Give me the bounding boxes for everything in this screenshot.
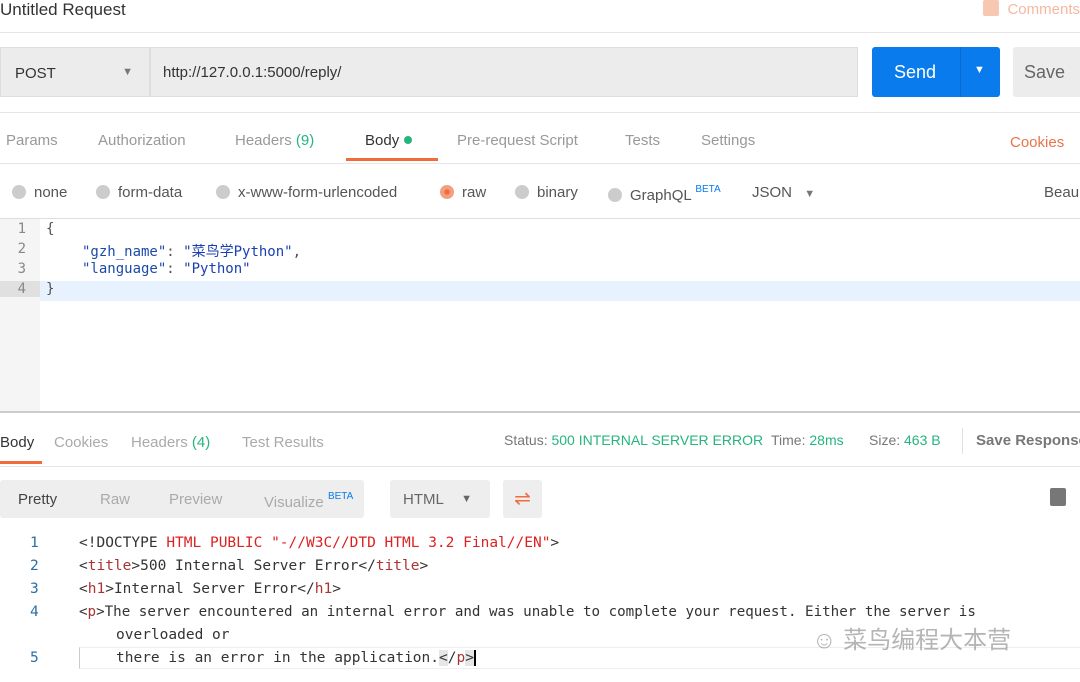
send-label: Send <box>894 62 937 82</box>
radio-label: binary <box>537 184 578 201</box>
radio-none[interactable]: none <box>12 184 67 201</box>
tab-settings[interactable]: Settings <box>701 132 755 149</box>
tab-label: Visualize <box>264 494 324 511</box>
radio-label: none <box>34 184 68 201</box>
request-body-editor[interactable]: 1 2 3 4 { "gzh_name": "菜鸟学Python", "lang… <box>0 218 1080 411</box>
tab-pre-request-script[interactable]: Pre-request Script <box>457 132 578 149</box>
tab-params[interactable]: Params <box>6 132 58 149</box>
line-number: 2 <box>30 558 39 574</box>
beta-badge: BETA <box>327 491 354 502</box>
wrap-lines-icon[interactable]: ⇌ <box>503 480 542 518</box>
save-response-button[interactable]: Save Response <box>976 432 1080 449</box>
line-number: 1 <box>17 221 26 237</box>
chevron-down-icon: ▼ <box>122 66 133 78</box>
tab-headers[interactable]: Headers (9) <box>235 132 314 149</box>
headers-count: (9) <box>295 132 315 149</box>
code-line: "gzh_name": "菜鸟学Python", <box>82 244 302 260</box>
tab-body[interactable]: Body <box>365 132 413 149</box>
method-select[interactable]: POST ▼ <box>0 47 150 97</box>
comments-label: Comments <box>1007 1 1080 18</box>
tab-label: Headers <box>131 434 188 451</box>
headers-count: (4) <box>191 434 211 451</box>
line-number: 3 <box>30 581 39 597</box>
tab-authorization[interactable]: Authorization <box>98 132 186 149</box>
radio-label: x-www-form-urlencoded <box>238 184 398 201</box>
response-time: Time: 28ms <box>771 432 844 448</box>
response-status: Status: 500 INTERNAL SERVER ERROR <box>504 432 764 448</box>
response-tab-body[interactable]: Body <box>0 434 34 451</box>
response-code-line: <h1>Internal Server Error</h1> <box>79 581 341 597</box>
response-tab-headers[interactable]: Headers (4) <box>131 434 210 451</box>
response-tab-cookies[interactable]: Cookies <box>54 434 108 451</box>
cookies-link[interactable]: Cookies <box>1010 134 1064 151</box>
code-line: } <box>46 281 55 297</box>
code-line: { <box>46 221 55 237</box>
url-input[interactable]: http://127.0.0.1:5000/reply/ <box>150 47 858 97</box>
view-visualize[interactable]: Visualize BETA <box>264 491 353 511</box>
radio-binary[interactable]: binary <box>515 184 578 201</box>
copy-icon[interactable] <box>1050 488 1066 506</box>
line-number: 5 <box>30 650 39 666</box>
format-select[interactable]: JSON ▼ <box>752 184 815 201</box>
line-number: 1 <box>30 535 39 551</box>
chevron-down-icon: ▼ <box>804 188 816 200</box>
line-number: 3 <box>17 261 26 277</box>
radio-label: form-data <box>118 184 183 201</box>
radio-label: GraphQL <box>630 187 692 204</box>
radio-urlencoded[interactable]: x-www-form-urlencoded <box>216 184 397 201</box>
beautify-link[interactable]: Beau <box>1044 184 1079 201</box>
response-tab-test-results[interactable]: Test Results <box>242 434 324 451</box>
radio-graphql[interactable]: GraphQL BETA <box>608 184 721 204</box>
line-number: 4 <box>30 604 39 620</box>
response-format-select[interactable]: HTML ▼ <box>390 480 490 518</box>
tab-body-label: Body <box>365 132 400 149</box>
radio-raw[interactable]: raw <box>440 184 486 201</box>
active-tab-underline <box>0 461 42 464</box>
chevron-down-icon: ▼ <box>461 493 472 505</box>
view-raw[interactable]: Raw <box>100 491 130 508</box>
beta-badge: BETA <box>695 184 721 195</box>
save-button[interactable]: Save <box>1013 47 1080 97</box>
body-indicator-dot <box>404 136 413 144</box>
code-line: "language": "Python" <box>82 261 251 277</box>
line-number: 2 <box>17 241 26 257</box>
tab-headers-label: Headers <box>235 132 292 149</box>
view-preview[interactable]: Preview <box>169 491 222 508</box>
comments-button[interactable]: Comments <box>983 0 1080 18</box>
watermark: ☺ 菜鸟编程大本营 <box>812 627 1012 654</box>
active-tab-underline <box>346 158 438 161</box>
response-code-line: there is an error in the application.</p… <box>116 650 476 666</box>
send-button[interactable]: Send ▼ <box>872 47 1000 97</box>
format-value: JSON <box>752 184 793 201</box>
response-code-line: <title>500 Internal Server Error</title> <box>79 558 429 574</box>
method-value: POST <box>15 65 56 82</box>
comment-icon <box>983 0 1000 16</box>
response-size: Size: 463 B <box>869 432 941 448</box>
radio-form-data[interactable]: form-data <box>96 184 182 201</box>
format-value: HTML <box>403 491 444 508</box>
send-options-chevron-icon[interactable]: ▼ <box>974 64 985 76</box>
response-code-line: overloaded or <box>116 627 230 643</box>
line-number: 4 <box>0 281 40 297</box>
response-code-line: <!DOCTYPE HTML PUBLIC "-//W3C//DTD HTML … <box>79 535 560 551</box>
radio-label: raw <box>462 184 487 201</box>
request-title[interactable]: Untitled Request <box>0 0 126 20</box>
view-pretty[interactable]: Pretty <box>18 491 57 508</box>
response-code-line: <p>The server encountered an internal er… <box>79 604 976 620</box>
tab-tests[interactable]: Tests <box>625 132 660 149</box>
